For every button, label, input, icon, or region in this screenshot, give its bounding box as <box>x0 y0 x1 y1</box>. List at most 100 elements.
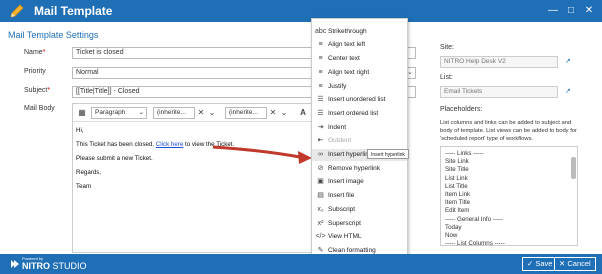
chevron-down-icon[interactable]: ⌄ <box>278 107 290 119</box>
brand-text: NITRO STUDIO <box>22 261 87 271</box>
site-select[interactable]: NITRO Help Desk V2 <box>440 56 558 68</box>
greeting-line: Hi, <box>76 127 84 134</box>
placeholder-item[interactable]: ----- Links ----- <box>445 150 484 157</box>
placeholder-item[interactable]: List Link <box>445 175 468 182</box>
regards-line: Regards, <box>76 169 102 176</box>
placeholder-item[interactable]: Edit Item <box>445 207 469 214</box>
mailbody-label: Mail Body <box>24 105 55 112</box>
subscript-icon: x₂ <box>317 205 324 213</box>
menu-item-unlink[interactable]: ⊘ Remove hyperlink <box>312 163 407 175</box>
mail-body-editor[interactable]: ▦ Paragraph ⌄ (inherite... ✕ ⌄ (inherite… <box>72 103 312 253</box>
hyperlink-icon: ∞ <box>318 151 323 158</box>
footer-bar: Powered by NITRO STUDIO ✓ Save ✕ Cancel <box>0 254 602 274</box>
menu-item-label: Insert image <box>328 178 364 186</box>
file-icon: ▤ <box>317 192 324 200</box>
justify-icon: ≡ <box>318 82 323 90</box>
placeholder-item[interactable]: ----- General Info ----- <box>445 216 503 223</box>
placeholders-scrollbar[interactable] <box>571 149 576 243</box>
menu-item-file[interactable]: ▤ Insert file <box>312 190 407 202</box>
menu-item-label: View HTML <box>328 233 362 241</box>
menu-item-label: Strikethrough <box>328 27 367 35</box>
font-size-select[interactable]: (inherite... <box>225 107 267 119</box>
placeholder-item[interactable]: Site Title <box>445 166 469 173</box>
placeholder-item[interactable]: List Title <box>445 183 468 190</box>
indent-icon: ⇥ <box>317 123 324 131</box>
menu-item-label: Align text right <box>328 68 370 76</box>
unordered-list-icon: ☰ <box>317 96 324 104</box>
menu-item-label: Insert ordered list <box>328 109 379 117</box>
menu-item-label: Justify <box>328 82 347 90</box>
external-link-icon[interactable]: ↗ <box>565 58 573 66</box>
external-link-icon[interactable]: ↗ <box>565 88 573 96</box>
placeholder-item[interactable]: Item Title <box>445 199 470 206</box>
menu-item-label: Remove hyperlink <box>328 164 381 172</box>
list-label: List: <box>440 74 453 81</box>
align-left-icon: ≡ <box>318 41 323 49</box>
hyperlink-tooltip: Insert hyperlink <box>367 149 409 159</box>
placeholder-item[interactable]: ----- List Columns ----- <box>445 240 505 245</box>
maximize-button[interactable]: □ <box>565 5 577 17</box>
placeholder-item[interactable]: Site Link <box>445 158 469 165</box>
menu-item-label: Insert unordered list <box>328 96 386 104</box>
section-title: Mail Template Settings <box>8 30 99 40</box>
unlink-icon: ⊘ <box>317 164 324 172</box>
menu-item-unordered-list[interactable]: ☰ Insert unordered list <box>312 94 407 106</box>
closed-line: This Ticket has been closed. Click here … <box>76 141 235 148</box>
menu-item-align-right[interactable]: ≡ Align text right <box>312 67 407 79</box>
menu-item-underline[interactable]: UUnderline <box>312 19 407 24</box>
site-label: Site: <box>440 44 455 51</box>
cancel-button[interactable]: ✕ Cancel <box>554 257 596 271</box>
menu-item-label: Outdent <box>328 137 352 145</box>
font-family-select[interactable]: (inherite... <box>153 107 195 119</box>
close-button[interactable]: ✕ <box>583 5 595 17</box>
text-color-icon[interactable]: A <box>297 107 309 119</box>
placeholder-item[interactable]: Item Link <box>445 191 470 198</box>
menu-item-indent[interactable]: ⇥ Indent <box>312 122 407 134</box>
placeholders-description: List columns and links can be added to s… <box>440 120 577 142</box>
code-icon: </> <box>315 233 326 241</box>
toolbar-overflow-menu: UUnderline abcStrikethrough ≡ Align text le… <box>311 18 408 274</box>
menu-item-code[interactable]: </> View HTML <box>312 231 407 243</box>
priority-label: Priority <box>24 68 46 75</box>
save-button[interactable]: ✓ Save <box>522 257 558 271</box>
click-here-link[interactable]: Click here <box>156 141 184 148</box>
menu-item-subscript[interactable]: x₂ Subscript <box>312 204 407 216</box>
menu-item-superscript[interactable]: x² Superscript <box>312 218 407 230</box>
pencil-icon <box>10 4 24 18</box>
menu-item-image[interactable]: ▣ Insert image <box>312 176 407 188</box>
window-title: Mail Template <box>34 4 113 18</box>
list-select[interactable]: Email Tickets <box>440 86 558 98</box>
editor-toolbar: ▦ Paragraph ⌄ (inherite... ✕ ⌄ (inherite… <box>73 104 311 122</box>
menu-item-label: Underline <box>328 19 356 21</box>
format-select[interactable]: Paragraph ⌄ <box>91 107 147 119</box>
placeholders-label: Placeholders: <box>440 106 483 113</box>
menu-item-ordered-list[interactable]: ☰ Insert ordered list <box>312 108 407 120</box>
team-line: Team <box>76 183 92 190</box>
align-center-icon: ≡ <box>318 55 323 63</box>
superscript-icon: x² <box>317 219 324 227</box>
chevron-down-icon: ⌄ <box>138 109 144 116</box>
menu-item-label: Indent <box>328 123 347 131</box>
nitro-logo-icon <box>11 260 19 268</box>
minimize-button[interactable]: — <box>547 5 559 17</box>
subject-label: Subject* <box>24 87 51 94</box>
scrollbar-thumb[interactable] <box>571 157 576 179</box>
table-grid-icon[interactable]: ▦ <box>76 107 88 119</box>
outdent-icon: ⇤ <box>317 137 324 145</box>
strikethrough-icon: abc <box>315 27 327 35</box>
menu-item-align-left[interactable]: ≡ Align text left <box>312 39 407 51</box>
menu-item-align-center[interactable]: ≡ Center text <box>312 53 407 65</box>
title-bar: Mail Template — □ ✕ <box>0 0 602 22</box>
placeholder-item[interactable]: Now <box>445 232 457 239</box>
image-icon: ▣ <box>317 178 324 186</box>
menu-item-justify[interactable]: ≡ Justify <box>312 81 407 93</box>
submit-line: Please submit a new Ticket. <box>76 155 153 162</box>
placeholder-item[interactable]: Today <box>445 224 462 231</box>
menu-item-label: Subscript <box>328 205 356 213</box>
menu-item-label: Align text left <box>328 41 366 49</box>
menu-item-strikethrough[interactable]: abc Strikethrough <box>312 26 407 38</box>
chevron-down-icon[interactable]: ⌄ <box>206 107 218 119</box>
name-label: Name* <box>24 49 46 56</box>
placeholders-list[interactable]: ----- Links ----- Site Link Site Title List… <box>440 146 578 246</box>
menu-item-outdent[interactable]: ⇤ Outdent <box>312 135 407 147</box>
